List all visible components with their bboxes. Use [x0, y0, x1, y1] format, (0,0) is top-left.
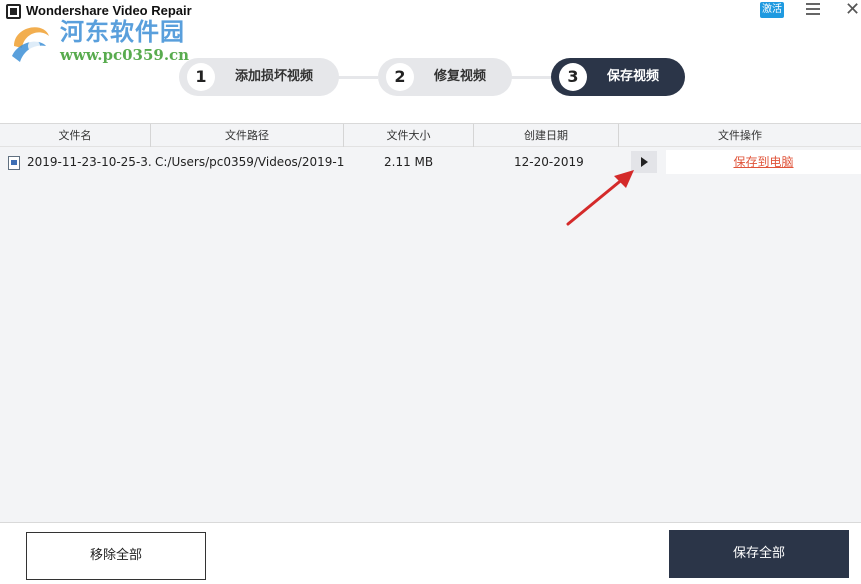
table-row[interactable]: 2019-11-23-10-25-3... C:/Users/pc0359/Vi… [0, 149, 861, 175]
step-label: 添加损坏视频 [235, 69, 314, 84]
step-label: 保存视频 [607, 69, 660, 84]
column-header-file-name[interactable]: 文件名 [0, 124, 151, 147]
file-path-cell: C:/Users/pc0359/Videos/2019-1... [155, 155, 344, 169]
step-label: 修复视频 [434, 69, 487, 84]
title-bar: Wondershare Video Repair 激活 ✕ [0, 0, 861, 24]
column-header-file-path[interactable]: 文件路径 [151, 124, 344, 147]
step-number: 1 [187, 63, 215, 91]
column-header-created-date[interactable]: 创建日期 [474, 124, 619, 147]
footer-bar: 移除全部 保存全部 [0, 522, 861, 584]
step-repair-video: 2 修复视频 [378, 58, 512, 96]
column-header-file-size[interactable]: 文件大小 [344, 124, 474, 147]
video-file-icon [8, 156, 20, 170]
table-header: 文件名 文件路径 文件大小 创建日期 文件操作 [0, 123, 861, 147]
step-save-video: 3 保存视频 [551, 58, 685, 96]
activate-button[interactable]: 激活 [760, 2, 784, 18]
file-name-cell: 2019-11-23-10-25-3... [27, 155, 151, 169]
app-title: Wondershare Video Repair [26, 3, 192, 18]
app-logo-icon [6, 4, 21, 19]
step-number: 2 [386, 63, 414, 91]
step-number: 3 [559, 63, 587, 91]
file-size-cell: 2.11 MB [384, 155, 434, 169]
column-header-file-actions: 文件操作 [718, 129, 762, 142]
step-connector [338, 76, 378, 79]
hamburger-menu-icon[interactable] [806, 3, 820, 17]
step-connector [511, 76, 551, 79]
save-action-cell: 保存到电脑 [666, 150, 861, 174]
progress-stepper: 1 添加损坏视频 2 修复视频 3 保存视频 [0, 58, 861, 98]
close-icon[interactable]: ✕ [845, 1, 860, 19]
save-to-computer-link[interactable]: 保存到电脑 [666, 150, 861, 174]
file-table: 文件名 文件路径 文件大小 创建日期 文件操作 2019-11-23-10-25… [0, 123, 861, 522]
save-all-button[interactable]: 保存全部 [669, 530, 849, 578]
step-add-damaged-video: 1 添加损坏视频 [179, 58, 339, 96]
remove-all-button[interactable]: 移除全部 [26, 532, 206, 580]
annotation-arrow-icon [566, 170, 634, 226]
